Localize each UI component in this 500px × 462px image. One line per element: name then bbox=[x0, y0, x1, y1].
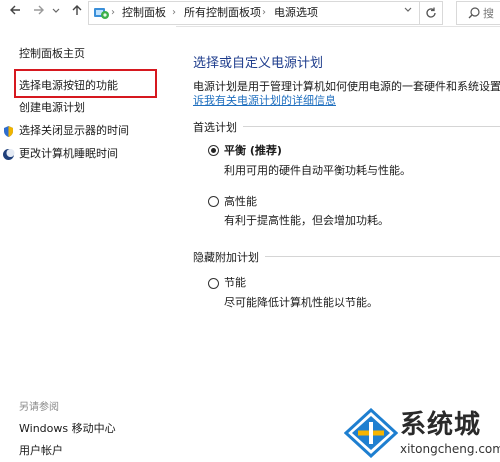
sidebar-item-create-plan[interactable]: 创建电源计划 bbox=[19, 100, 85, 115]
sleep-moon-icon bbox=[2, 146, 15, 160]
see-also-user-accounts[interactable]: 用户帐户 bbox=[19, 442, 63, 458]
hidden-plans-toggle[interactable]: 隐藏附加计划 bbox=[193, 249, 265, 265]
watermark-logo-icon bbox=[344, 408, 398, 458]
address-dropdown-icon[interactable] bbox=[403, 5, 413, 18]
refresh-icon[interactable] bbox=[420, 1, 443, 25]
preferred-plans-group: 首选计划 bbox=[193, 119, 500, 135]
sidebar-home-link[interactable]: 控制面板主页 bbox=[19, 45, 85, 61]
plan-high-performance-name[interactable]: 高性能 bbox=[224, 193, 257, 209]
search-placeholder: 搜 bbox=[483, 7, 494, 20]
sidebar-item-sleep-time[interactable]: 更改计算机睡眠时间 bbox=[19, 146, 118, 161]
watermark-text: 系统城 bbox=[400, 410, 482, 440]
watermark-url: xitongcheng.com bbox=[400, 442, 500, 456]
forward-arrow-icon[interactable] bbox=[30, 3, 48, 21]
plan-power-saver-radio[interactable] bbox=[208, 278, 219, 289]
back-arrow-icon[interactable] bbox=[6, 3, 24, 21]
up-arrow-icon[interactable] bbox=[68, 3, 86, 21]
hidden-plans-group: 隐藏附加计划 bbox=[193, 249, 500, 265]
control-panel-icon bbox=[92, 4, 110, 22]
breadcrumb-separator: › bbox=[172, 7, 176, 18]
sidebar-item-power-button[interactable]: 选择电源按钮的功能 bbox=[19, 78, 118, 93]
plan-balanced-desc: 利用可用的硬件自动平衡功耗与性能。 bbox=[224, 164, 411, 177]
breadcrumb-power-options[interactable]: 电源选项 bbox=[274, 5, 318, 20]
see-also-mobility-center[interactable]: Windows 移动中心 bbox=[19, 420, 116, 436]
plan-balanced-radio[interactable] bbox=[208, 145, 219, 156]
plan-balanced-name[interactable]: 平衡 (推荐) bbox=[224, 142, 282, 158]
watermark: 系统城 xitongcheng.com bbox=[344, 406, 500, 462]
plan-high-performance-radio[interactable] bbox=[208, 196, 219, 207]
radio-selected-dot bbox=[211, 148, 216, 153]
plan-power-saver-desc: 尽可能降低计算机性能以节能。 bbox=[224, 296, 378, 309]
page-title: 选择或自定义电源计划 bbox=[193, 56, 324, 71]
address-bar[interactable]: › 控制面板 › 所有控制面板项 › 电源选项 bbox=[88, 1, 420, 25]
main-content: 选择或自定义电源计划 电源计划是用于管理计算机如何使用电源的一套硬件和系统设置(… bbox=[176, 26, 500, 462]
search-icon bbox=[467, 5, 481, 19]
sidebar-item-display-timeout[interactable]: 选择关闭显示器的时间 bbox=[19, 123, 129, 138]
breadcrumb-separator: › bbox=[262, 7, 266, 18]
sidebar: 控制面板主页 选择电源按钮的功能 创建电源计划 选择关闭显示器的时间 更改计算机… bbox=[0, 26, 176, 462]
chevron-down-icon[interactable] bbox=[50, 3, 62, 21]
breadcrumb-separator: › bbox=[111, 7, 115, 18]
learn-more-link[interactable]: 诉我有关电源计划的详细信息 bbox=[193, 92, 336, 108]
uac-shield-icon bbox=[2, 123, 15, 137]
plan-high-performance-desc: 有利于提高性能，但会增加功耗。 bbox=[224, 214, 389, 227]
address-toolbar: › 控制面板 › 所有控制面板项 › 电源选项 搜 bbox=[0, 0, 500, 27]
see-also-heading: 另请参阅 bbox=[19, 402, 59, 413]
breadcrumb-all-items[interactable]: 所有控制面板项 bbox=[184, 5, 261, 20]
plan-power-saver-name[interactable]: 节能 bbox=[224, 274, 246, 290]
breadcrumb-control-panel[interactable]: 控制面板 bbox=[122, 5, 166, 20]
search-box[interactable]: 搜 bbox=[456, 1, 500, 25]
preferred-plans-label: 首选计划 bbox=[193, 119, 243, 135]
